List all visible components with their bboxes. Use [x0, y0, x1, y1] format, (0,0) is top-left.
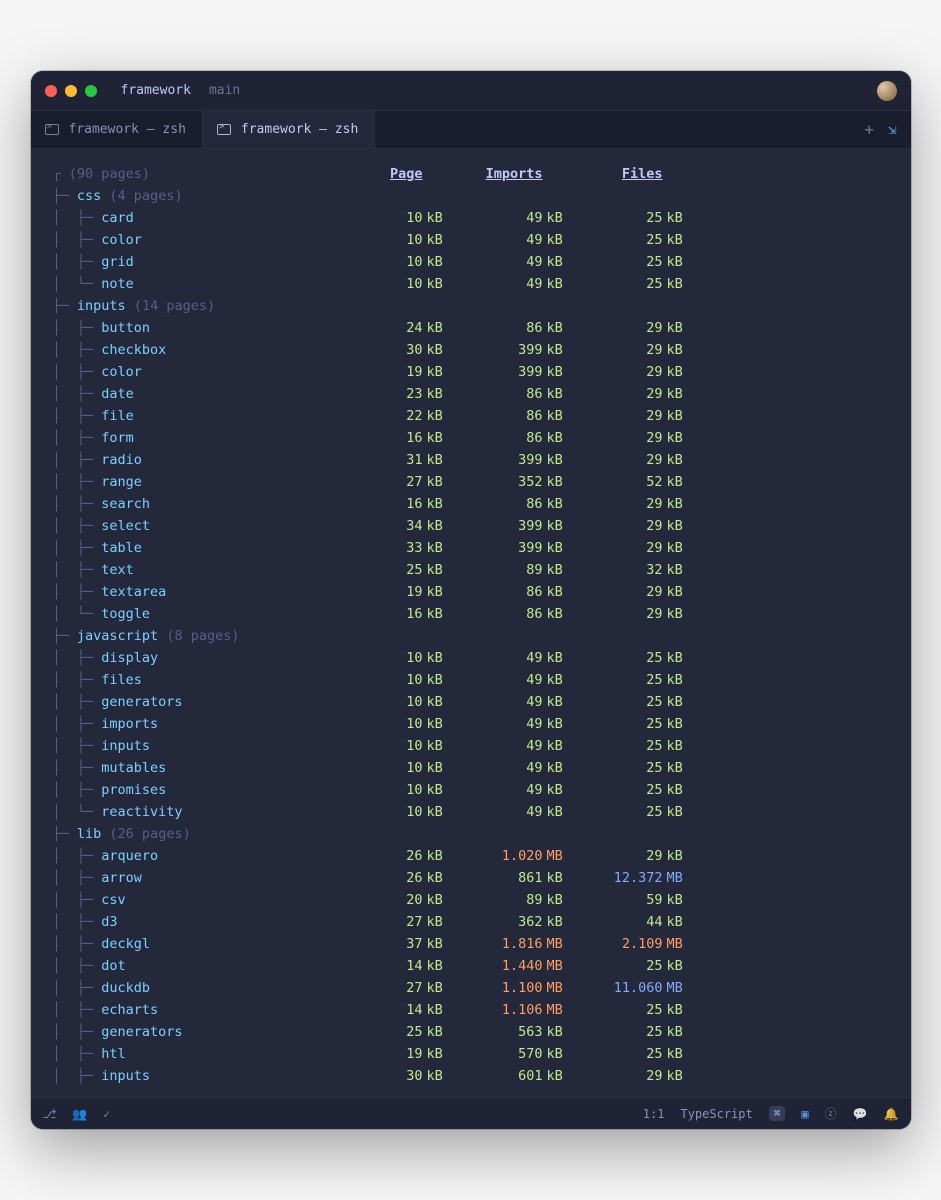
tree-row: │ ├─ file22kB86kB29kB [53, 405, 889, 427]
tree-row: │ ├─ table33kB399kB29kB [53, 537, 889, 559]
tree-row: │ ├─ inputs10kB49kB25kB [53, 735, 889, 757]
tree-row: │ ├─ generators25kB563kB25kB [53, 1021, 889, 1043]
minimize-button[interactable] [65, 85, 77, 97]
maximize-button[interactable] [85, 85, 97, 97]
new-tab-button[interactable]: + [864, 120, 874, 139]
terminal-status-icon[interactable]: ▣ [801, 1107, 808, 1121]
tree-row: │ └─ toggle16kB86kB29kB [53, 603, 889, 625]
avatar[interactable] [877, 81, 897, 101]
tree-row: │ ├─ mutables10kB49kB25kB [53, 757, 889, 779]
tree-row: │ ├─ radio31kB399kB29kB [53, 449, 889, 471]
tree-row: │ ├─ files10kB49kB25kB [53, 669, 889, 691]
tree-row: │ ├─ color10kB49kB25kB [53, 229, 889, 251]
tree-row: │ ├─ arquero26kB1.020MB29kB [53, 845, 889, 867]
terminal-icon [45, 124, 59, 135]
terminal-icon [217, 124, 231, 135]
tree-row: │ ├─ dot14kB1.440MB25kB [53, 955, 889, 977]
cursor-position[interactable]: 1:1 [643, 1107, 665, 1121]
tree-row: │ ├─ textarea19kB86kB29kB [53, 581, 889, 603]
tree-row: │ ├─ generators10kB49kB25kB [53, 691, 889, 713]
tree-row: │ ├─ d327kB362kB44kB [53, 911, 889, 933]
tab-2[interactable]: framework — zsh [203, 111, 375, 148]
statusbar: ⎇ 👥 ✓ 1:1 TypeScript ⌘ ▣ ⓩ 💬 🔔 [31, 1097, 911, 1129]
tree-row: │ ├─ button24kB86kB29kB [53, 317, 889, 339]
tree-row: │ ├─ text25kB89kB32kB [53, 559, 889, 581]
tree-row: │ ├─ search16kB86kB29kB [53, 493, 889, 515]
tree-row: │ ├─ date23kB86kB29kB [53, 383, 889, 405]
copilot-icon[interactable]: ⌘ [769, 1106, 786, 1121]
traffic-lights [45, 85, 97, 97]
tree-row: │ ├─ select34kB399kB29kB [53, 515, 889, 537]
tree-row: │ ├─ checkbox30kB399kB29kB [53, 339, 889, 361]
tab-label: framework — zsh [69, 122, 186, 137]
tree-row: │ └─ note10kB49kB25kB [53, 273, 889, 295]
tree-row: │ ├─ range27kB352kB52kB [53, 471, 889, 493]
tab-actions: + ⇲ [850, 111, 910, 148]
tree-row: │ ├─ promises10kB49kB25kB [53, 779, 889, 801]
tree-row: │ ├─ htl19kB570kB25kB [53, 1043, 889, 1065]
language-mode[interactable]: TypeScript [680, 1107, 752, 1121]
tabstrip: framework — zsh framework — zsh + ⇲ [31, 111, 911, 149]
tab-label: framework — zsh [241, 122, 358, 137]
titlebar: framework main [31, 71, 911, 111]
terminal-output[interactable]: ┌ (90 pages)PageImportsFiles├─ css (4 pa… [31, 149, 911, 1097]
zed-icon[interactable]: ⓩ [825, 1105, 837, 1122]
tree-row: │ └─ reactivity10kB49kB25kB [53, 801, 889, 823]
people-icon[interactable]: 👥 [72, 1107, 87, 1121]
chat-icon[interactable]: 💬 [853, 1107, 868, 1121]
tree-row: │ ├─ color19kB399kB29kB [53, 361, 889, 383]
bell-icon[interactable]: 🔔 [884, 1107, 899, 1121]
tree-row: │ ├─ arrow26kB861kB12.372MB [53, 867, 889, 889]
tree-row: │ ├─ inputs30kB601kB29kB [53, 1065, 889, 1087]
close-button[interactable] [45, 85, 57, 97]
tree-row: │ ├─ display10kB49kB25kB [53, 647, 889, 669]
branch-label: main [209, 83, 240, 98]
collapse-icon[interactable]: ⇲ [888, 122, 896, 138]
tree-row: │ ├─ grid10kB49kB25kB [53, 251, 889, 273]
tree-row: │ ├─ form16kB86kB29kB [53, 427, 889, 449]
tree-row: │ ├─ echarts14kB1.106MB25kB [53, 999, 889, 1021]
terminal-window: framework main framework — zsh framework… [31, 71, 911, 1129]
window-title: framework [121, 83, 191, 98]
branch-icon[interactable]: ⎇ [43, 1107, 57, 1121]
check-icon[interactable]: ✓ [103, 1107, 110, 1121]
tree-row: │ ├─ csv20kB89kB59kB [53, 889, 889, 911]
tab-1[interactable]: framework — zsh [31, 111, 203, 148]
tree-row: │ ├─ imports10kB49kB25kB [53, 713, 889, 735]
tree-row: │ ├─ duckdb27kB1.100MB11.060MB [53, 977, 889, 999]
tree-row: │ ├─ card10kB49kB25kB [53, 207, 889, 229]
tree-row: │ ├─ deckgl37kB1.816MB2.109MB [53, 933, 889, 955]
